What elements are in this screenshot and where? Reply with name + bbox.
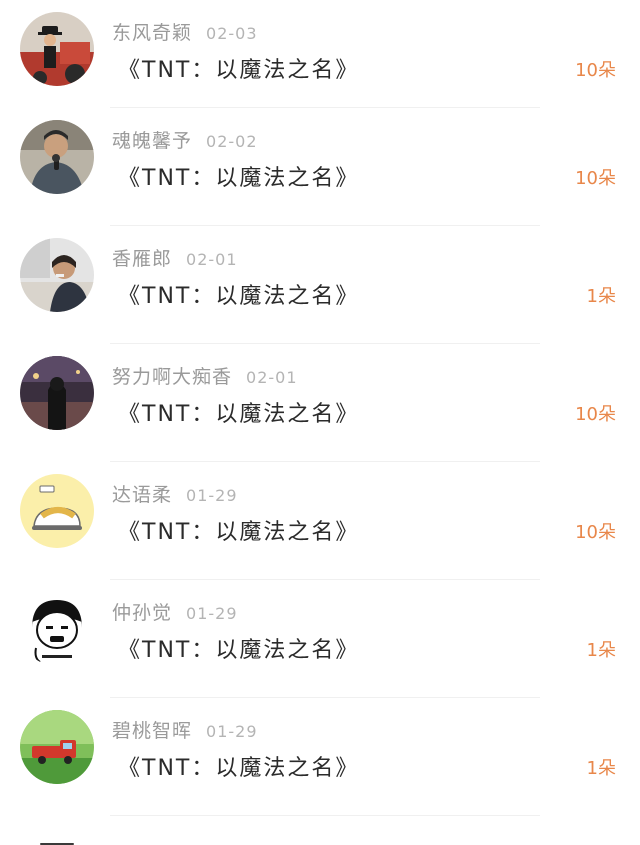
avatar[interactable]: [20, 592, 94, 666]
record-date: 02-01: [186, 250, 238, 269]
flower-count: 1朵: [586, 640, 616, 661]
row-divider: [110, 815, 540, 816]
gift-title[interactable]: 《TNT：以魔法之名》: [118, 160, 359, 192]
avatar-cartoon-egg-icon: [20, 474, 94, 548]
avatar[interactable]: [20, 356, 94, 430]
sender-line: 香雁郎 02-01: [112, 244, 238, 271]
sender-name[interactable]: 努力啊大痴香: [112, 366, 232, 388]
gift-title[interactable]: 《TNT：以魔法之名》: [118, 514, 359, 546]
gift-title[interactable]: 《TNT：以魔法之名》: [118, 396, 359, 428]
flower-count: 10朵: [575, 168, 616, 189]
flower-count: 10朵: [575, 522, 616, 543]
sender-line: 达语柔 01-29: [112, 480, 238, 507]
sender-line: 魂魄馨予 02-02: [112, 126, 258, 153]
avatar[interactable]: [20, 474, 94, 548]
gift-record-list: 东风奇颖 02-03 《TNT：以魔法之名》 10朵 魂魄馨予 02-02 《TNT…: [0, 0, 640, 816]
gift-title[interactable]: 《TNT：以魔法之名》: [118, 632, 359, 664]
record-date: 02-03: [206, 24, 258, 43]
sender-name[interactable]: 仲孙觉: [112, 602, 172, 624]
gift-title[interactable]: 《TNT：以魔法之名》: [118, 52, 359, 84]
record-date: 01-29: [206, 722, 258, 741]
avatar[interactable]: [20, 120, 94, 194]
record-date: 01-29: [186, 486, 238, 505]
avatar-toy-truck-grass-icon: [20, 710, 94, 784]
gift-record-row[interactable]: 魂魄馨予 02-02 《TNT：以魔法之名》 10朵: [0, 108, 640, 226]
avatar-man-with-microphone-icon: [20, 120, 94, 194]
gift-record-row[interactable]: 仲孙觉 01-29 《TNT：以魔法之名》 1朵: [0, 580, 640, 698]
avatar[interactable]: [20, 12, 94, 86]
sender-line: 东风奇颖 02-03: [112, 18, 258, 45]
record-date: 01-29: [186, 604, 238, 623]
avatar-girl-night-icon: [20, 356, 94, 430]
sender-line: 仲孙觉 01-29: [112, 598, 238, 625]
gift-title[interactable]: 《TNT：以魔法之名》: [118, 750, 359, 782]
sender-name[interactable]: 东风奇颖: [112, 22, 192, 44]
sender-name[interactable]: 碧桃智晖: [112, 720, 192, 742]
flower-count: 10朵: [575, 404, 616, 425]
avatar-person-lying-icon: [20, 238, 94, 312]
gift-title[interactable]: 《TNT：以魔法之名》: [118, 278, 359, 310]
record-date: 02-01: [246, 368, 298, 387]
gift-record-row[interactable]: 东风奇颖 02-03 《TNT：以魔法之名》 10朵: [0, 0, 640, 108]
gift-record-row[interactable]: 香雁郎 02-01 《TNT：以魔法之名》 1朵: [0, 226, 640, 344]
record-date: 02-02: [206, 132, 258, 151]
sender-name[interactable]: 达语柔: [112, 484, 172, 506]
gift-record-row[interactable]: 努力啊大痴香 02-01 《TNT：以魔法之名》 10朵: [0, 344, 640, 462]
sender-name[interactable]: 香雁郎: [112, 248, 172, 270]
avatar[interactable]: [20, 238, 94, 312]
avatar-meme-face-icon: [20, 592, 94, 666]
gift-record-row[interactable]: 达语柔 01-29 《TNT：以魔法之名》 10朵: [0, 462, 640, 580]
avatar[interactable]: [20, 710, 94, 784]
flower-count: 1朵: [586, 758, 616, 779]
flower-count: 10朵: [575, 60, 616, 81]
gift-record-row[interactable]: 碧桃智晖 01-29 《TNT：以魔法之名》 1朵: [0, 698, 640, 816]
sender-line: 努力啊大痴香 02-01: [112, 362, 298, 389]
sender-name[interactable]: 魂魄馨予: [112, 130, 192, 152]
flower-count: 1朵: [586, 286, 616, 307]
sender-line: 碧桃智晖 01-29: [112, 716, 258, 743]
avatar-man-with-tractor-icon: [20, 12, 94, 86]
gift-record-row-partial: [0, 832, 640, 845]
